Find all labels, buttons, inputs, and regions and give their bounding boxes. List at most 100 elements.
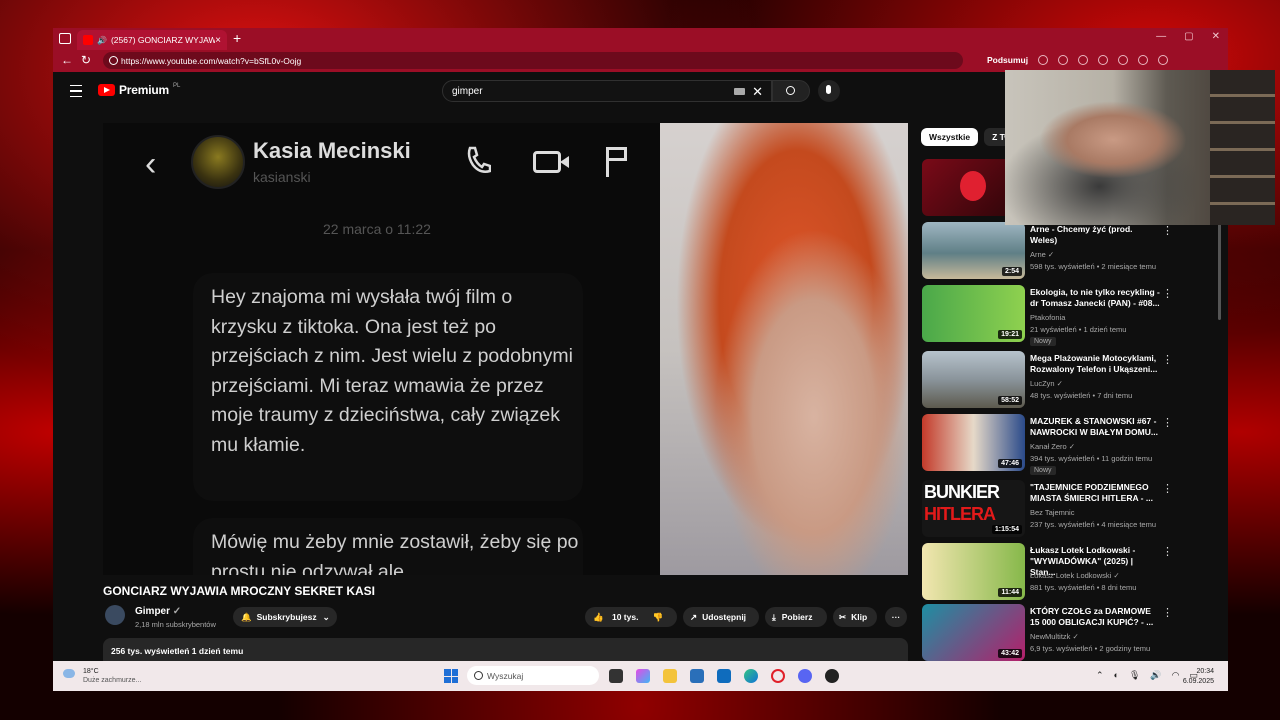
youtube-logo[interactable]: Premium PL <box>98 83 180 97</box>
network-icon[interactable]: ◐ <box>1114 670 1119 681</box>
sidebar-scrollbar[interactable] <box>1218 222 1221 320</box>
recommendation-item[interactable]: 2:54 Arne - Chcemy żyć (prod. Weles) Arn… <box>922 222 1222 282</box>
weather-widget[interactable]: 18°C Duże zachmurze... <box>63 667 141 685</box>
video-thumbnail[interactable]: 11:44 <box>922 543 1025 600</box>
video-duration: 58:52 <box>998 396 1022 405</box>
download-icon: ⤓ <box>772 611 776 622</box>
keyboard-icon[interactable] <box>734 88 745 95</box>
recommendation-item[interactable]: 58:52 Mega Plażowanie Motocyklami, Rozwa… <box>922 351 1222 411</box>
microphone-tray-icon[interactable]: 🎙 <box>1129 670 1140 681</box>
back-button[interactable]: ← <box>61 53 73 67</box>
more-options-icon[interactable]: ⋮ <box>1162 416 1173 429</box>
video-frame-chat: ‹ Kasia Mecinski kasianski 22 marca o 11… <box>103 123 660 575</box>
opera-icon[interactable] <box>771 669 785 683</box>
channel-name: Ptakofonia <box>1030 313 1066 322</box>
maximize-button[interactable]: ▢ <box>1184 31 1193 42</box>
summarize-button[interactable]: Podsumuj <box>987 55 1028 65</box>
subscribe-button[interactable]: 🔔 Subskrybujesz ⌄ <box>233 607 337 627</box>
clip-button[interactable]: ✂ Klip <box>833 607 877 627</box>
channel-name: Łukasz Lotek Lodkowski ✓ <box>1030 571 1120 580</box>
clear-search-icon[interactable]: ✕ <box>752 84 763 100</box>
refresh-extension-icon[interactable] <box>1098 55 1109 65</box>
video-thumbnail[interactable]: 47:46 <box>922 414 1025 471</box>
video-player[interactable]: ‹ Kasia Mecinski kasianski 22 marca o 11… <box>103 123 908 575</box>
chevron-down-icon: ⌄ <box>322 611 330 622</box>
more-actions-button[interactable]: ··· <box>885 607 907 627</box>
description-box[interactable]: 256 tys. wyświetleń 1 dzień temu <box>103 638 908 661</box>
menu-icon[interactable] <box>70 85 82 97</box>
video-thumbnail[interactable]: 19:21 <box>922 285 1025 342</box>
video-thumbnail[interactable]: 58:52 <box>922 351 1025 408</box>
recommendation-item[interactable]: 47:46 MAZUREK & STANOWSKI #67 - NAWROCKI… <box>922 414 1222 475</box>
edge-icon[interactable] <box>744 669 758 683</box>
search-button[interactable] <box>772 80 810 102</box>
discord-icon[interactable] <box>798 669 812 683</box>
address-bar: ← ↻ https://www.youtube.com/watch?v=bSfL… <box>53 50 1228 72</box>
outlook-icon[interactable] <box>717 669 731 683</box>
clock-date: 6.09.2025 <box>1182 678 1214 685</box>
copilot-icon[interactable] <box>636 669 650 683</box>
site-info-icon[interactable] <box>109 56 118 65</box>
channel-avatar[interactable] <box>105 605 125 625</box>
recommendation-item[interactable]: 19:21 Ekologia, to nie tylko recykling -… <box>922 285 1222 346</box>
like-button[interactable]: 👍 10 tys. <box>593 612 638 623</box>
extensions-icon[interactable] <box>1118 55 1129 65</box>
clock[interactable]: 20:34 6.09.2025 <box>1183 667 1214 687</box>
video-title: "TAJEMNICE PODZIEMNEGO MIASTA ŚMIERCI HI… <box>1030 482 1153 503</box>
share-label: Udostępnij <box>702 612 747 622</box>
more-options-icon[interactable]: ⋮ <box>1162 224 1173 237</box>
chat-date: 22 marca o 11:22 <box>323 221 431 237</box>
tab-active[interactable]: 🔊 (2567) GONCIARZ WYJAWIA × <box>77 30 227 50</box>
video-thumbnail[interactable]: 43:42 <box>922 604 1025 661</box>
speaker-icon[interactable]: 🔊 <box>97 36 107 45</box>
favorite-star-icon[interactable] <box>1078 55 1089 65</box>
channel-name[interactable]: Gimper ✓ <box>135 606 181 617</box>
more-options-icon[interactable]: ⋮ <box>1162 353 1173 366</box>
recommendation-item[interactable]: 11:44 Łukasz Lotek Lodkowski - "WYWIADÓW… <box>922 543 1222 603</box>
video-thumbnail[interactable]: 2:54 <box>922 222 1025 279</box>
recommendation-item[interactable]: BUNKIER HITLERA 1:15:54 "TAJEMNICE PODZI… <box>922 480 1222 540</box>
download-button[interactable]: ⤓ Pobierz <box>765 607 827 627</box>
reader-icon[interactable] <box>1058 55 1069 65</box>
tab-close-icon[interactable]: × <box>215 35 221 46</box>
extension-icon[interactable] <box>1038 55 1049 65</box>
store-icon[interactable] <box>690 669 704 683</box>
reload-button[interactable]: ↻ <box>81 53 91 67</box>
video-thumbnail[interactable]: BUNKIER HITLERA 1:15:54 <box>922 480 1025 537</box>
collections-icon[interactable] <box>1138 55 1149 65</box>
video-duration: 2:54 <box>1001 267 1022 276</box>
chat-name: Kasia Mecinski <box>253 138 411 163</box>
chevron-up-icon[interactable]: ⌃ <box>1096 670 1104 681</box>
taskbar-search-placeholder: Wyszukaj <box>487 670 524 681</box>
chat-message-2: Mówię mu żeby mnie zostawił, żeby się po… <box>211 531 579 575</box>
dislike-button[interactable]: 👎 <box>652 612 663 623</box>
new-tab-button[interactable]: + <box>233 30 241 46</box>
task-view-icon[interactable] <box>609 669 623 683</box>
volume-icon[interactable]: 🔊 <box>1150 670 1161 681</box>
recommendation-item[interactable]: 43:42 KTÓRY CZOŁG za DARMOWE 15 000 OBLI… <box>922 604 1222 661</box>
tab-actions-icon[interactable] <box>59 33 71 44</box>
profile-avatar-icon[interactable] <box>1158 55 1169 65</box>
video-duration: 11:44 <box>998 588 1022 597</box>
chip-all[interactable]: Wszystkie <box>921 128 979 146</box>
file-explorer-icon[interactable] <box>663 669 677 683</box>
minimize-button[interactable]: — <box>1156 31 1166 42</box>
start-button[interactable] <box>444 669 458 683</box>
share-button[interactable]: ↗ Udostępnij <box>683 607 759 627</box>
more-options-icon[interactable]: ⋮ <box>1162 545 1173 558</box>
voice-search-button[interactable] <box>818 80 840 102</box>
close-window-button[interactable]: ✕ <box>1212 31 1220 42</box>
phone-icon <box>467 146 491 173</box>
url-field[interactable]: https://www.youtube.com/watch?v=bSfL0v-O… <box>103 52 963 69</box>
more-options-icon[interactable]: ⋮ <box>1162 482 1173 495</box>
url-text: https://www.youtube.com/watch?v=bSfL0v-O… <box>121 55 302 66</box>
bell-icon: 🔔 <box>241 611 252 622</box>
search-input[interactable]: gimper ✕ <box>442 80 772 102</box>
views-and-date: 256 tys. wyświetleń 1 dzień temu <box>111 646 244 656</box>
logo-text: Premium <box>119 83 169 97</box>
more-options-icon[interactable]: ⋮ <box>1162 606 1173 619</box>
obs-icon[interactable] <box>825 669 839 683</box>
more-options-icon[interactable]: ⋮ <box>1162 287 1173 300</box>
taskbar-search[interactable]: Wyszukaj <box>467 666 599 685</box>
wifi-icon[interactable]: ◠ <box>1172 670 1180 681</box>
